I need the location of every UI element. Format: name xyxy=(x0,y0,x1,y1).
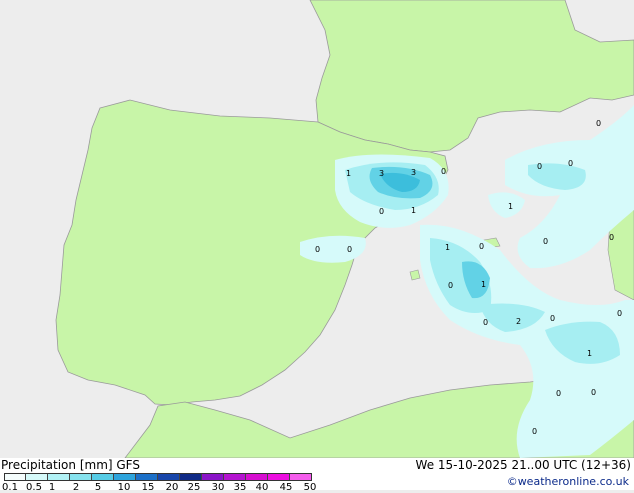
contour-label: 0 xyxy=(441,167,446,176)
legend-tick: 15 xyxy=(141,482,155,493)
contour-label: 0 xyxy=(543,237,548,246)
legend-tick: 30 xyxy=(211,482,225,493)
contour-label: 1 xyxy=(481,280,486,289)
legend-swatch xyxy=(290,473,312,481)
legend-swatch xyxy=(70,473,92,481)
legend-swatch xyxy=(26,473,48,481)
legend-swatch xyxy=(268,473,290,481)
contour-label: 0 xyxy=(379,207,384,216)
contour-label: 0 xyxy=(347,245,352,254)
contour-label: 0 xyxy=(568,159,573,168)
contour-label: 1 xyxy=(346,169,351,178)
legend-swatch xyxy=(48,473,70,481)
legend-tick: 2 xyxy=(72,482,80,493)
land-ibiza xyxy=(409,269,421,281)
legend-tick: 1 xyxy=(48,482,56,493)
contour-label: 1 xyxy=(411,206,416,215)
contour-label: 0 xyxy=(591,388,596,397)
contour-label: 0 xyxy=(479,242,484,251)
contour-label: 1 xyxy=(508,202,513,211)
legend-swatch xyxy=(180,473,202,481)
map-canvas: 1 3 3 0 0 1 0 0 1 0 0 1 0 2 0 0 1 0 0 1 … xyxy=(0,0,634,459)
legend-tick: 20 xyxy=(165,482,179,493)
map-title: Precipitation [mm] GFS xyxy=(1,458,140,472)
legend-tick: 40 xyxy=(255,482,269,493)
contour-label: 0 xyxy=(483,318,488,327)
contour-label: 1 xyxy=(587,349,592,358)
contour-label: 1 xyxy=(445,243,450,252)
legend-swatch xyxy=(158,473,180,481)
legend-swatch xyxy=(114,473,136,481)
contour-label: 3 xyxy=(379,169,384,178)
legend-swatch xyxy=(4,473,26,481)
legend-tick: 25 xyxy=(187,482,201,493)
precipitation-map[interactable]: 1 3 3 0 0 1 0 0 1 0 0 1 0 2 0 0 1 0 0 1 … xyxy=(0,0,634,459)
legend-swatch xyxy=(92,473,114,481)
legend-tick: 35 xyxy=(233,482,247,493)
legend-tick: 0.1 xyxy=(2,482,18,493)
legend-swatch xyxy=(136,473,158,481)
contour-label: 0 xyxy=(556,389,561,398)
legend-tick: 0.5 xyxy=(26,482,42,493)
forecast-timestamp: We 15-10-2025 21..00 UTC (12+36) xyxy=(415,458,631,472)
map-footer: Precipitation [mm] GFS We 15-10-2025 21.… xyxy=(0,458,634,493)
legend-swatch xyxy=(246,473,268,481)
legend-tick: 5 xyxy=(94,482,102,493)
contour-label: 2 xyxy=(516,317,521,326)
legend-swatch xyxy=(202,473,224,481)
contour-label: 0 xyxy=(448,281,453,290)
contour-label: 3 xyxy=(411,168,416,177)
contour-label: 0 xyxy=(617,309,622,318)
contour-label: 0 xyxy=(315,245,320,254)
contour-label: 0 xyxy=(537,162,542,171)
credit-link[interactable]: ©weatheronline.co.uk xyxy=(507,475,629,488)
legend-swatch xyxy=(224,473,246,481)
contour-label: 0 xyxy=(596,119,601,128)
contour-label: 0 xyxy=(532,427,537,436)
legend-tick: 10 xyxy=(117,482,131,493)
contour-label: 0 xyxy=(609,233,614,242)
legend-tick: 45 xyxy=(279,482,293,493)
legend-tick: 50 xyxy=(303,482,317,493)
contour-label: 0 xyxy=(550,314,555,323)
